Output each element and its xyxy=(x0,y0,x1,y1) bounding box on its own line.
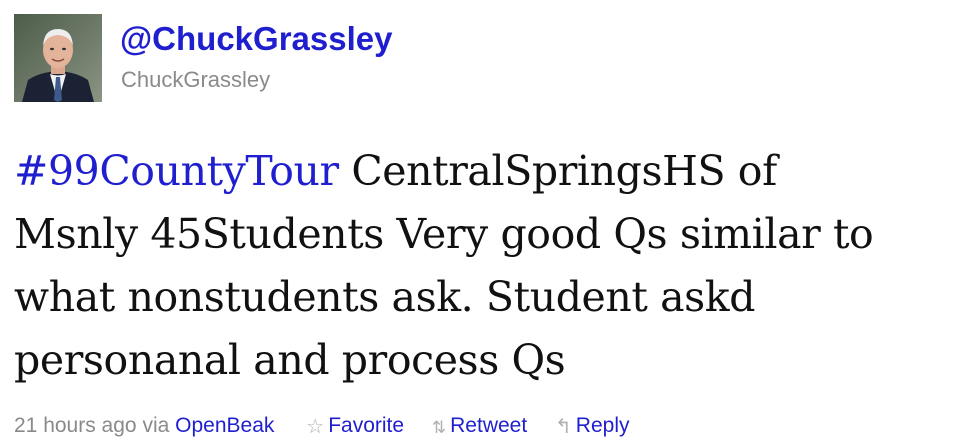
tweet-line-3: what nonstudents ask. Student askd xyxy=(14,273,756,321)
via-label: via xyxy=(142,414,170,437)
retweet-icon: ⇅ xyxy=(431,418,447,437)
star-icon: ☆ xyxy=(306,416,325,438)
hashtag-link[interactable]: #99CountyTour xyxy=(14,147,339,195)
favorite-label: Favorite xyxy=(328,414,405,437)
tweet-line-1: #99CountyTour CentralSpringsHS of xyxy=(14,140,980,203)
source-link[interactable]: OpenBeak xyxy=(175,414,274,437)
screen-name-link[interactable]: @ChuckGrassley xyxy=(120,19,392,59)
avatar-portrait-image xyxy=(14,14,102,102)
tweet-line-2: Msnly 45Students Very good Qs similar to xyxy=(14,210,874,258)
retweet-button[interactable]: ⇅ Retweet xyxy=(432,411,527,443)
reply-icon: ↰ xyxy=(555,416,572,438)
reply-button[interactable]: ↰ Reply xyxy=(555,411,629,442)
tweet-line-4: personanal and process Qs xyxy=(14,336,566,384)
tweet-meta: 21 hours ago via OpenBeak ☆ Favorite ⇅ Ret… xyxy=(14,411,630,443)
retweet-label: Retweet xyxy=(450,414,528,437)
tweet-card: @ChuckGrassley ChuckGrassley #99CountyTo… xyxy=(0,0,980,448)
avatar[interactable] xyxy=(14,14,102,102)
reply-label: Reply xyxy=(575,414,630,437)
tweet-text: #99CountyTour CentralSpringsHS of Msnly … xyxy=(14,140,980,392)
tweet-line-1-text: CentralSpringsHS of xyxy=(338,147,777,195)
timestamp-link[interactable]: 21 hours ago xyxy=(14,414,137,437)
full-name: ChuckGrassley xyxy=(121,67,271,92)
favorite-button[interactable]: ☆ Favorite xyxy=(306,411,404,442)
